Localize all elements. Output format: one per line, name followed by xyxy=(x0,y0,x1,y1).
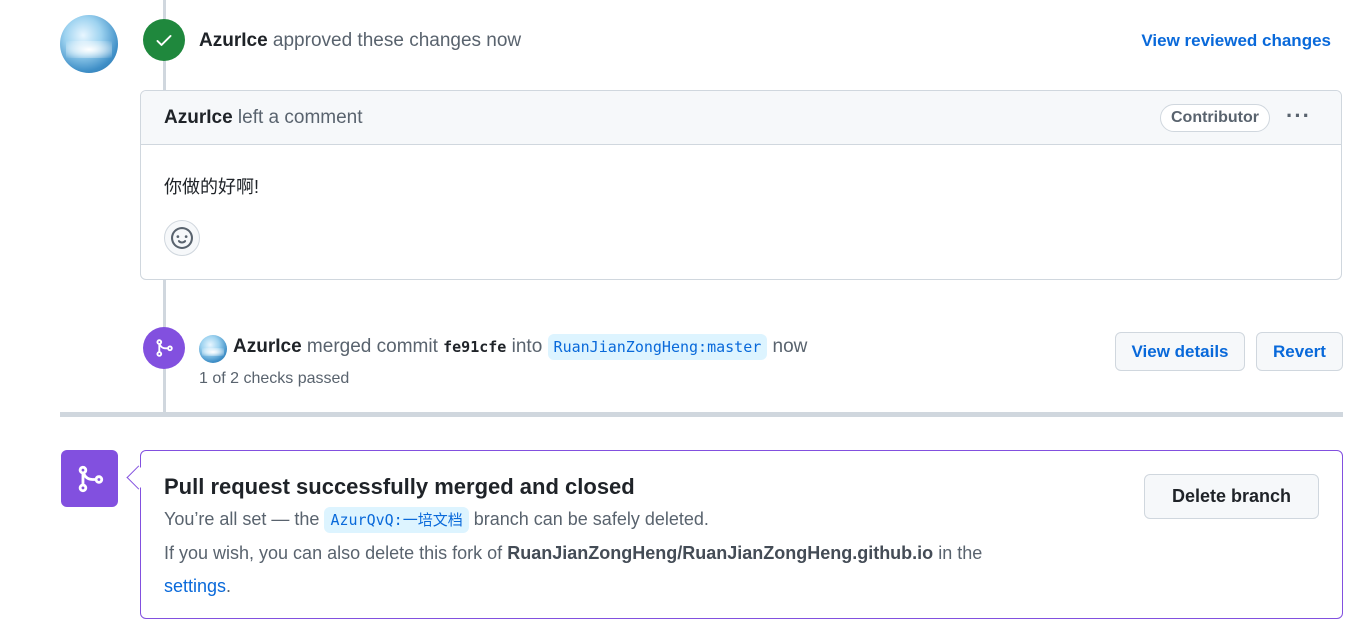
merged-line-1: You’re all set — the AzurQvQ:一培文档 branch… xyxy=(164,507,709,533)
comment-body: 你做的好啊! xyxy=(164,177,260,197)
comment-action: left a comment xyxy=(237,107,363,128)
line2-prefix: If you wish, you can also delete this fo… xyxy=(164,543,503,563)
line1-suffix: branch can be safely deleted. xyxy=(473,509,709,529)
merge-time: now xyxy=(772,336,808,357)
comment-header: AzurIce left a comment Contributor ··· xyxy=(141,91,1341,145)
add-reaction-button[interactable] xyxy=(164,220,200,256)
merged-line-3: settings. xyxy=(164,576,231,597)
merge-icon xyxy=(143,327,185,369)
comment-user[interactable]: AzurIce xyxy=(164,107,233,128)
target-branch[interactable]: RuanJianZongHeng:master xyxy=(547,334,768,360)
review-header: AzurIce approved these changes now xyxy=(199,30,521,52)
line1-prefix: You’re all set — the xyxy=(164,509,320,529)
settings-period: . xyxy=(226,576,232,596)
merge-into: into xyxy=(511,336,543,357)
fork-repo: RuanJianZongHeng/RuanJianZongHeng.github… xyxy=(507,543,934,563)
delete-branch-button[interactable]: Delete branch xyxy=(1144,474,1319,519)
merge-user[interactable]: AzurIce xyxy=(233,336,302,357)
merged-status-icon xyxy=(61,450,118,507)
merged-box: Pull request successfully merged and clo… xyxy=(140,450,1343,619)
commit-sha[interactable]: fe91cfe xyxy=(443,338,506,356)
settings-link[interactable]: settings xyxy=(164,576,226,596)
more-options-icon[interactable]: ··· xyxy=(1286,103,1311,129)
review-user[interactable]: AzurIce xyxy=(199,30,268,51)
approved-check-icon xyxy=(143,19,185,61)
merge-header: AzurIce merged commit fe91cfe into RuanJ… xyxy=(233,334,808,360)
smiley-icon xyxy=(171,227,193,249)
checks-status[interactable]: 1 of 2 checks passed xyxy=(199,370,349,388)
view-reviewed-changes-link[interactable]: View reviewed changes xyxy=(1141,31,1331,51)
merged-line-2: If you wish, you can also delete this fo… xyxy=(164,543,982,564)
timeline-divider xyxy=(60,412,1343,417)
comment-box: AzurIce left a comment Contributor ··· 你… xyxy=(140,90,1342,280)
avatar[interactable] xyxy=(60,15,118,73)
merge-action: merged commit xyxy=(306,336,438,357)
revert-button[interactable]: Revert xyxy=(1256,332,1343,371)
source-branch[interactable]: AzurQvQ:一培文档 xyxy=(324,507,469,533)
view-details-button[interactable]: View details xyxy=(1115,332,1245,371)
review-action: approved these changes now xyxy=(272,30,522,51)
contributor-badge: Contributor xyxy=(1160,104,1270,132)
merge-avatar[interactable] xyxy=(199,335,227,363)
merged-title: Pull request successfully merged and clo… xyxy=(164,474,635,499)
line2-suffix: in the xyxy=(938,543,983,563)
